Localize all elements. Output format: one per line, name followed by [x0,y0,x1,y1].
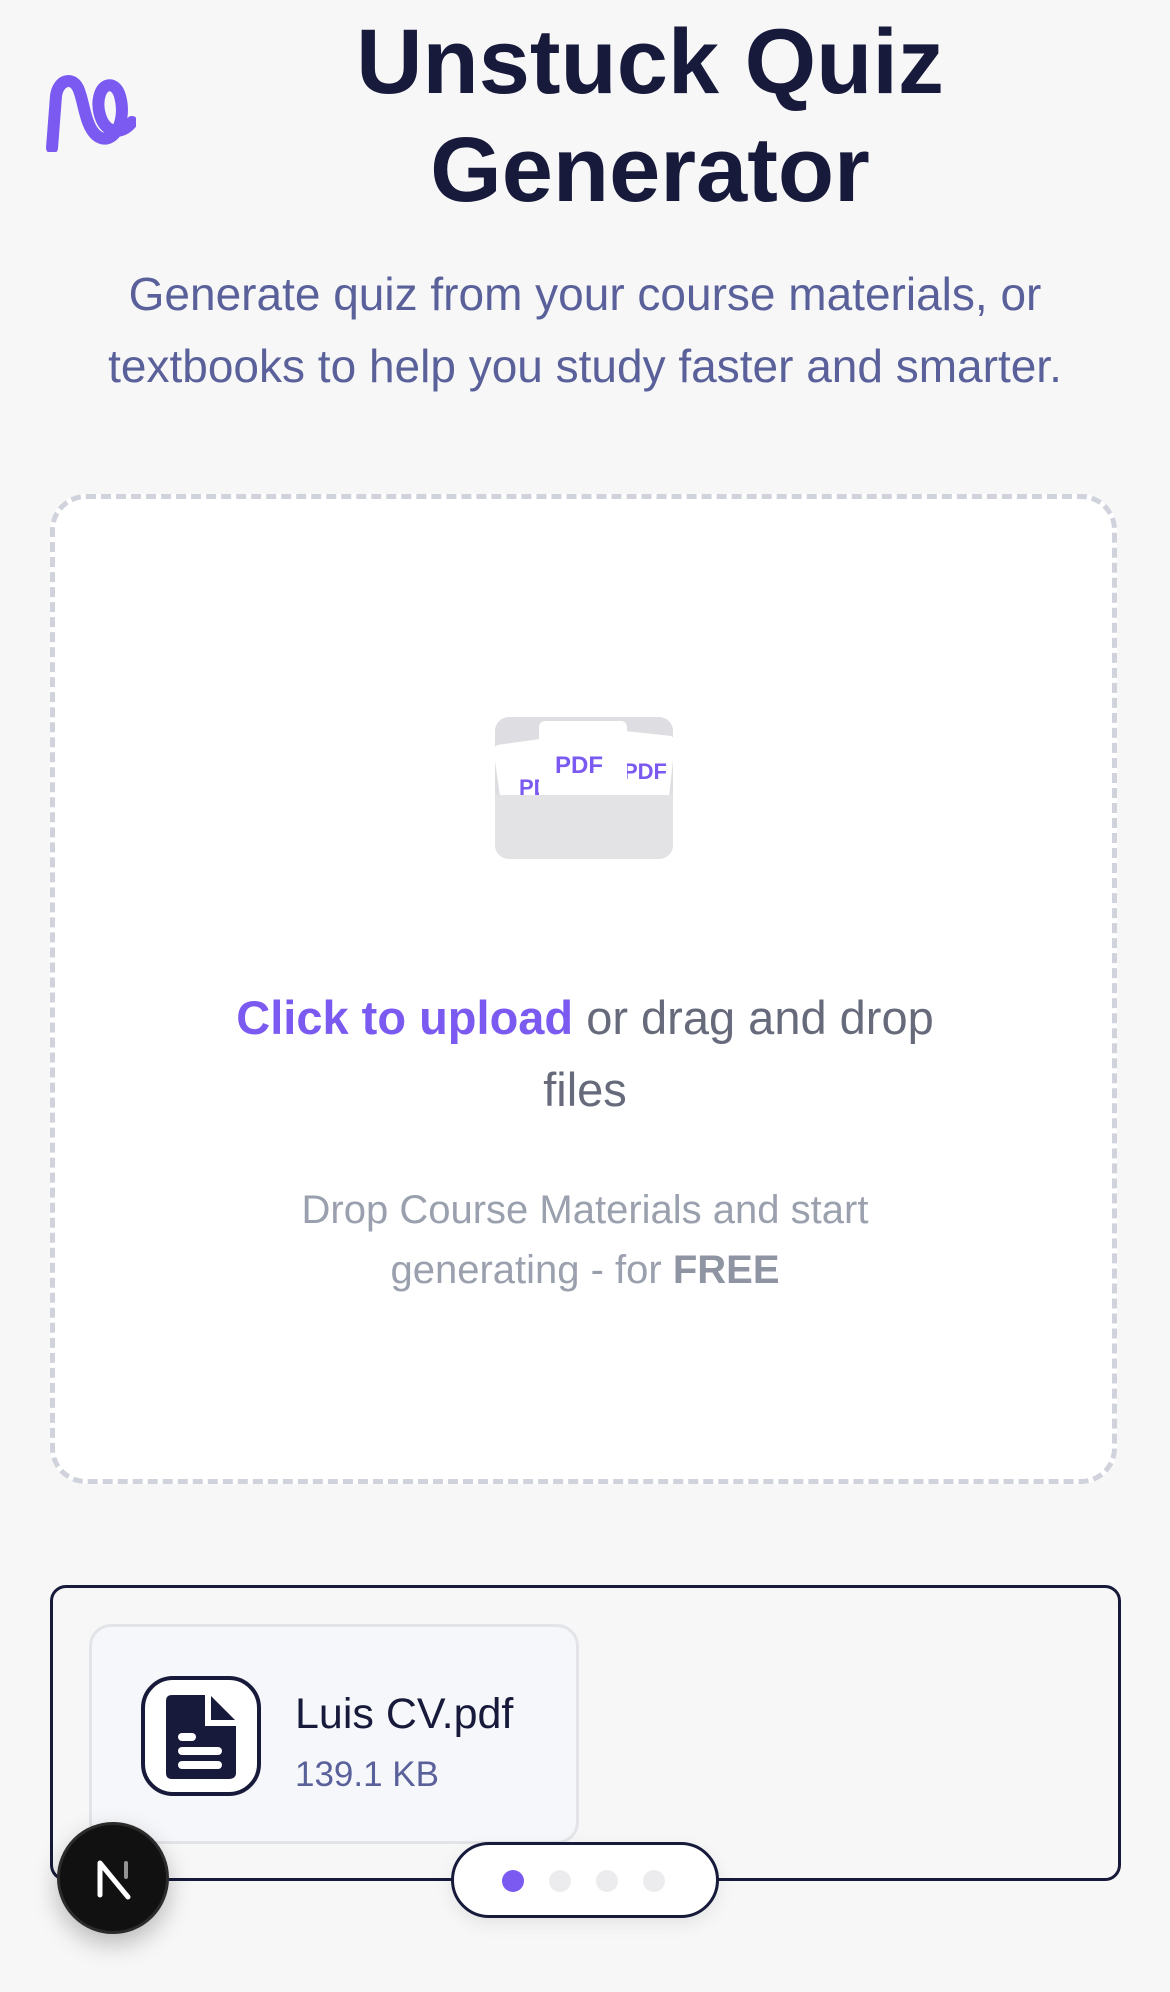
upload-subtext: Drop Course Materials and start generati… [255,1180,915,1300]
file-card[interactable]: Luis CV.pdf 139.1 KB [89,1624,579,1844]
pagination-dot-2[interactable] [549,1870,571,1892]
pdf-label-right: PDF [623,759,667,784]
file-dropzone[interactable]: PDF PDF PDF Click to upload or drag and … [50,494,1117,1484]
file-name: Luis CV.pdf [295,1690,514,1738]
file-size: 139.1 KB [295,1755,439,1794]
page-title: Unstuck Quiz Generator [356,11,944,221]
pagination-dot-3[interactable] [596,1870,618,1892]
unstuck-logo-icon [46,75,136,152]
pdf-label-center: PDF [555,752,603,779]
pagination-dot-4[interactable] [643,1870,665,1892]
upload-instructions: Click to upload or drag and drop files [225,982,945,1126]
click-to-upload-link[interactable]: Click to upload [236,991,573,1044]
page: Unstuck Quiz Generator Generate quiz fro… [0,0,1170,1992]
carousel-pagination [451,1842,719,1918]
nextjs-logo-icon [97,1860,131,1900]
page-subtitle: Generate quiz from your course materials… [108,268,1062,392]
nextjs-dev-button[interactable] [57,1822,169,1934]
upload-subtext-main: Drop Course Materials and start generati… [301,1188,869,1292]
drag-drop-text: or drag and drop files [543,991,934,1116]
pdf-folder-illustration: PDF PDF PDF [495,717,675,859]
pagination-dot-1[interactable] [502,1870,524,1892]
upload-subtext-free: FREE [672,1248,780,1292]
document-icon [141,1676,261,1796]
uploaded-files-panel: Luis CV.pdf 139.1 KB [50,1585,1121,1881]
